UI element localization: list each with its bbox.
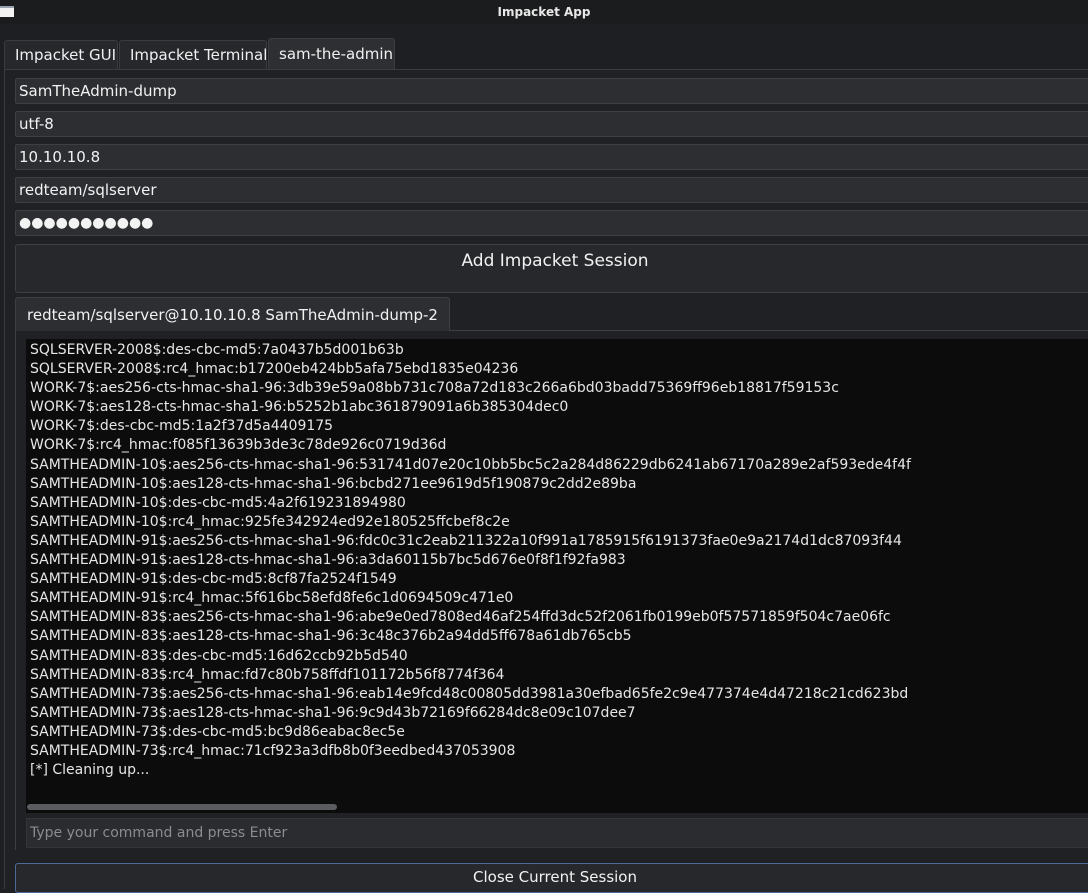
output-line: SQLSERVER-2008$:rc4_hmac:b17200eb424bb5a… bbox=[30, 361, 519, 378]
target-ip-field[interactable]: 10.10.10.8 bbox=[15, 144, 1088, 170]
output-line: SAMTHEADMIN-73$:aes256-cts-hmac-sha1-96:… bbox=[30, 685, 909, 702]
output-line: SAMTHEADMIN-91$:aes128-cts-hmac-sha1-96:… bbox=[30, 552, 626, 569]
credentials-field[interactable]: redteam/sqlserver bbox=[15, 177, 1088, 203]
output-line: SAMTHEADMIN-83$:aes128-cts-hmac-sha1-96:… bbox=[30, 628, 632, 645]
output-line: SAMTHEADMIN-10$:aes128-cts-hmac-sha1-96:… bbox=[30, 475, 637, 492]
output-line: SAMTHEADMIN-83$:aes256-cts-hmac-sha1-96:… bbox=[30, 609, 891, 626]
output-line: SAMTHEADMIN-73$:rc4_hmac:71cf923a3dfb8b0… bbox=[30, 742, 516, 759]
password-field[interactable]: ●●●●●●●●●●● bbox=[15, 210, 1088, 236]
tab-impacket-gui[interactable]: Impacket GUI bbox=[4, 40, 118, 70]
window-title: Impacket App bbox=[497, 5, 591, 19]
output-line: SAMTHEADMIN-91$:des-cbc-md5:8cf87fa2524f… bbox=[30, 571, 397, 588]
output-line: [*] Cleaning up... bbox=[30, 762, 150, 779]
output-line: SAMTHEADMIN-73$:aes128-cts-hmac-sha1-96:… bbox=[30, 704, 636, 721]
session-tab[interactable]: redteam/sqlserver@10.10.10.8 SamTheAdmin… bbox=[15, 297, 450, 331]
output-line: SAMTHEADMIN-10$:rc4_hmac:925fe342924ed92… bbox=[30, 513, 510, 530]
add-impacket-session-button[interactable]: Add Impacket Session bbox=[15, 244, 1088, 293]
output-line: SAMTHEADMIN-91$:rc4_hmac:5f616bc58efd8fe… bbox=[30, 590, 514, 607]
terminal-output: SQLSERVER-2008$:des-cbc-md5:7a0437b5d001… bbox=[26, 339, 1088, 813]
output-line: WORK-7$:aes256-cts-hmac-sha1-96:3db39e59… bbox=[30, 380, 839, 397]
session-name-field[interactable]: SamTheAdmin-dump bbox=[15, 78, 1088, 104]
output-line: SAMTHEADMIN-83$:rc4_hmac:fd7c80b758ffdf1… bbox=[30, 666, 505, 683]
title-bar: Impacket App bbox=[0, 0, 1088, 24]
encoding-field[interactable]: utf-8 bbox=[15, 111, 1088, 137]
output-line: SAMTHEADMIN-10$:des-cbc-md5:4a2f61923189… bbox=[30, 494, 406, 511]
command-input[interactable] bbox=[26, 818, 1088, 848]
close-current-session-button[interactable]: Close Current Session bbox=[15, 863, 1088, 893]
output-line: WORK-7$:aes128-cts-hmac-sha1-96:b5252b1a… bbox=[30, 399, 569, 416]
output-line: WORK-7$:rc4_hmac:f085f13639b3de3c78de926… bbox=[30, 437, 447, 454]
output-line: SAMTHEADMIN-83$:des-cbc-md5:16d62ccb92b5… bbox=[30, 647, 408, 664]
output-line: SAMTHEADMIN-10$:aes256-cts-hmac-sha1-96:… bbox=[30, 456, 911, 473]
horizontal-scrollbar[interactable] bbox=[27, 804, 337, 810]
tab-impacket-terminal[interactable]: Impacket Terminal bbox=[119, 40, 267, 70]
tab-sam-the-admin[interactable]: sam-the-admin bbox=[268, 38, 395, 70]
output-line: SQLSERVER-2008$:des-cbc-md5:7a0437b5d001… bbox=[30, 342, 404, 358]
main-tab-bar: Impacket GUI Impacket Terminal sam-the-a… bbox=[0, 38, 1088, 70]
output-line: WORK-7$:des-cbc-md5:1a2f37d5a4409175 bbox=[30, 418, 334, 435]
output-line: SAMTHEADMIN-91$:aes256-cts-hmac-sha1-96:… bbox=[30, 532, 902, 549]
output-line: SAMTHEADMIN-73$:des-cbc-md5:bc9d86eabac8… bbox=[30, 723, 405, 740]
